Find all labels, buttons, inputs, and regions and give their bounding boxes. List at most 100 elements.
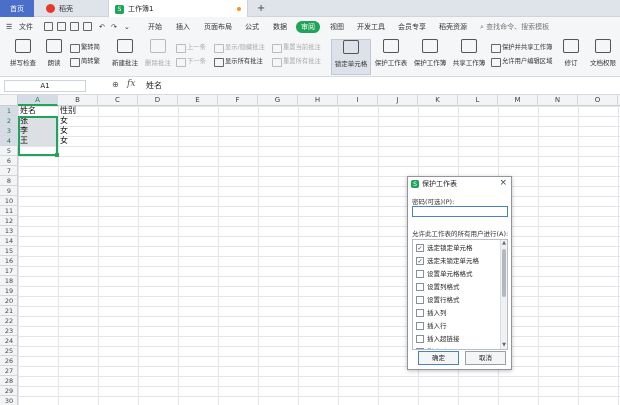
fill-handle[interactable]: [55, 153, 59, 157]
row-header-19[interactable]: 19: [0, 286, 18, 296]
row-header-11[interactable]: 11: [0, 206, 18, 216]
row-header-14[interactable]: 14: [0, 236, 18, 246]
row-header-30[interactable]: 30: [0, 396, 18, 405]
checkbox-unchecked-icon[interactable]: [416, 348, 424, 349]
menu-formula[interactable]: 公式: [245, 21, 259, 33]
row-header-20[interactable]: 20: [0, 296, 18, 306]
zoom-icon[interactable]: ⊕: [112, 80, 119, 89]
column-header-a[interactable]: A: [18, 95, 58, 106]
row-header-9[interactable]: 9: [0, 186, 18, 196]
permission-option[interactable]: ✓ 选定未锁定单元格: [416, 255, 498, 267]
row-header-3[interactable]: 3: [0, 126, 18, 136]
menu-daoke-resources[interactable]: 稻壳资源: [439, 21, 467, 33]
select-all-corner[interactable]: [0, 95, 18, 106]
spell-check-button[interactable]: 拼写检查: [4, 39, 42, 75]
row-header-28[interactable]: 28: [0, 376, 18, 386]
protect-workbook-button[interactable]: 保护工作簿: [411, 39, 449, 75]
menu-view[interactable]: 视图: [330, 21, 344, 33]
save-icon[interactable]: [44, 22, 53, 31]
password-input[interactable]: [412, 206, 508, 217]
cell-b1[interactable]: 性别: [59, 106, 98, 116]
fx-icon[interactable]: fx: [127, 79, 135, 89]
cell-b2[interactable]: 女: [59, 116, 98, 126]
permission-option[interactable]: 设置列格式: [416, 281, 498, 293]
permission-option[interactable]: 设置单元格格式: [416, 268, 498, 280]
menu-start[interactable]: 开始: [148, 21, 162, 33]
row-header-15[interactable]: 15: [0, 246, 18, 256]
preview-icon[interactable]: [70, 22, 79, 31]
row-header-27[interactable]: 27: [0, 366, 18, 376]
row-header-29[interactable]: 29: [0, 386, 18, 396]
column-header-o[interactable]: O: [578, 95, 618, 106]
row-header-22[interactable]: 22: [0, 316, 18, 326]
permission-option[interactable]: 插入列: [416, 307, 498, 319]
protect-and-share-button[interactable]: 保护并共享工作簿: [491, 42, 552, 53]
checkbox-unchecked-icon[interactable]: [416, 296, 424, 304]
checkbox-checked-icon[interactable]: ✓: [416, 257, 424, 265]
checkbox-checked-icon[interactable]: ✓: [416, 244, 424, 252]
permission-option[interactable]: ✓ 选定锁定单元格: [416, 242, 498, 254]
row-header-6[interactable]: 6: [0, 156, 18, 166]
row-header-13[interactable]: 13: [0, 226, 18, 236]
row-header-21[interactable]: 21: [0, 306, 18, 316]
name-box[interactable]: A1: [4, 80, 86, 92]
row-header-4[interactable]: 4: [0, 136, 18, 146]
row-header-17[interactable]: 17: [0, 266, 18, 276]
scroll-down-icon[interactable]: ▼: [501, 342, 507, 349]
column-header-d[interactable]: D: [138, 95, 178, 106]
permission-option[interactable]: 插入行: [416, 320, 498, 332]
column-header-l[interactable]: L: [458, 95, 498, 106]
track-changes-button[interactable]: 修订: [560, 39, 582, 75]
menu-member[interactable]: 会员专享: [398, 21, 426, 33]
redo-icon[interactable]: ↷: [111, 21, 117, 33]
checkbox-unchecked-icon[interactable]: [416, 322, 424, 330]
spreadsheet-grid[interactable]: 姓名 性别张女李女王女 ABCDEFGHIJKLMNO 1 2 3 4 5 6 7 8 9 10 11…: [0, 95, 620, 405]
checkbox-unchecked-icon[interactable]: [416, 335, 424, 343]
column-header-g[interactable]: G: [258, 95, 298, 106]
scroll-up-icon[interactable]: ▲: [501, 240, 507, 247]
reset-all-comments-button[interactable]: 重置所有批注: [272, 56, 321, 67]
permission-list-scrollbar[interactable]: ▲ ▼: [500, 240, 507, 349]
row-header-25[interactable]: 25: [0, 346, 18, 356]
checkbox-unchecked-icon[interactable]: [416, 309, 424, 317]
undo-icon[interactable]: ↶: [99, 21, 105, 33]
checkbox-unchecked-icon[interactable]: [416, 283, 424, 291]
row-header-5[interactable]: 5: [0, 146, 18, 156]
column-header-j[interactable]: J: [378, 95, 418, 106]
tab-daoke[interactable]: 稻壳: [40, 0, 106, 17]
column-header-c[interactable]: C: [98, 95, 138, 106]
menu-icon[interactable]: ☰: [6, 21, 12, 33]
menu-page-layout[interactable]: 页面布局: [204, 21, 232, 33]
scroll-thumb[interactable]: [502, 249, 506, 297]
column-header-m[interactable]: M: [498, 95, 538, 106]
checkbox-unchecked-icon[interactable]: [416, 270, 424, 278]
column-header-k[interactable]: K: [418, 95, 458, 106]
row-header-16[interactable]: 16: [0, 256, 18, 266]
cancel-button[interactable]: 取消: [465, 351, 506, 365]
permission-list[interactable]: 删除列插入超链接插入行插入列设置行格式设置列格式设置单元格格式✓选定未锁定单元格…: [412, 239, 508, 350]
export-icon[interactable]: [83, 22, 92, 31]
row-header-8[interactable]: 8: [0, 176, 18, 186]
row-header-23[interactable]: 23: [0, 326, 18, 336]
close-icon[interactable]: ×: [499, 178, 507, 188]
permission-option[interactable]: 设置行格式: [416, 294, 498, 306]
cell-b3[interactable]: 女: [59, 126, 98, 136]
menu-insert[interactable]: 插入: [176, 21, 190, 33]
new-tab-button[interactable]: +: [252, 0, 270, 17]
customize-icon[interactable]: ⌄: [124, 21, 130, 33]
permission-option[interactable]: 删除列: [416, 346, 498, 349]
row-header-24[interactable]: 24: [0, 336, 18, 346]
print-icon[interactable]: [57, 22, 66, 31]
share-workbook-button[interactable]: 共享工作簿: [450, 39, 488, 75]
reset-current-comment-button[interactable]: 重置当前批注: [272, 42, 321, 53]
cell-b4[interactable]: 女: [59, 136, 98, 146]
read-aloud-button[interactable]: 朗读: [42, 39, 66, 75]
column-header-h[interactable]: H: [298, 95, 338, 106]
formula-content[interactable]: 姓名: [146, 80, 162, 92]
row-header-12[interactable]: 12: [0, 216, 18, 226]
row-header-7[interactable]: 7: [0, 166, 18, 176]
delete-comment-button[interactable]: 删除批注: [143, 39, 173, 75]
tab-home[interactable]: 首页: [0, 0, 34, 17]
row-header-26[interactable]: 26: [0, 356, 18, 366]
tab-document[interactable]: S 工作簿1: [108, 0, 248, 18]
